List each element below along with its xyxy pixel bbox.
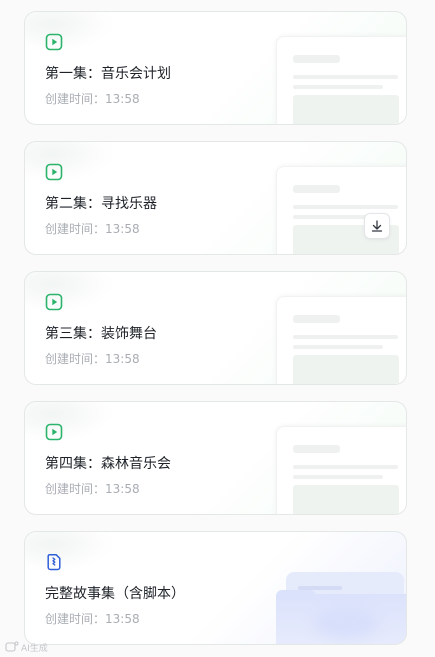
episode-card-3[interactable]: 第三集：装饰舞台 创建时间：13:58 — [24, 271, 407, 385]
created-time: 创建时间：13:58 — [45, 92, 140, 106]
ai-watermark-icon — [5, 641, 19, 652]
created-time: 创建时间：13:58 — [45, 222, 140, 236]
card-glow — [25, 142, 115, 182]
download-button[interactable] — [364, 213, 390, 239]
episode-title: 第二集：寻找乐器 — [45, 196, 157, 212]
document-preview-illustration — [276, 36, 406, 124]
episode-card-1[interactable]: 第一集：音乐会计划 创建时间：13:58 — [24, 11, 407, 125]
ai-generated-watermark: AI生成 — [5, 640, 48, 654]
document-preview-illustration — [276, 296, 406, 384]
watermark-text: AI生成 — [21, 643, 48, 654]
created-time: 创建时间：13:58 — [45, 482, 140, 496]
episode-card-4[interactable]: 第四集：森林音乐会 创建时间：13:58 — [24, 401, 407, 515]
download-icon — [371, 220, 383, 232]
play-icon — [45, 163, 63, 181]
created-time: 创建时间：13:58 — [45, 352, 140, 366]
card-glow — [25, 272, 115, 312]
episode-card-2[interactable]: 第二集：寻找乐器 创建时间：13:58 — [24, 141, 407, 255]
document-preview-illustration — [276, 166, 406, 254]
play-icon — [45, 293, 63, 311]
card-glow — [25, 402, 115, 442]
card-glow — [25, 532, 115, 572]
created-time: 创建时间：13:58 — [45, 612, 140, 626]
episode-title: 第四集：森林音乐会 — [45, 456, 171, 472]
play-icon — [45, 423, 63, 441]
play-icon — [45, 33, 63, 51]
episode-title: 第三集：装饰舞台 — [45, 326, 157, 342]
story-collection-title: 完整故事集（含脚本） — [45, 586, 185, 602]
document-icon — [47, 554, 61, 571]
card-glow — [25, 12, 115, 52]
folder-illustration — [276, 572, 406, 644]
document-preview-illustration — [276, 426, 406, 514]
episode-title: 第一集：音乐会计划 — [45, 66, 171, 82]
episode-list-page: 第一集：音乐会计划 创建时间：13:58 第二集：寻找乐器 创建时间：13:58 — [0, 0, 435, 657]
story-collection-card[interactable]: 完整故事集（含脚本） 创建时间：13:58 — [24, 531, 407, 645]
